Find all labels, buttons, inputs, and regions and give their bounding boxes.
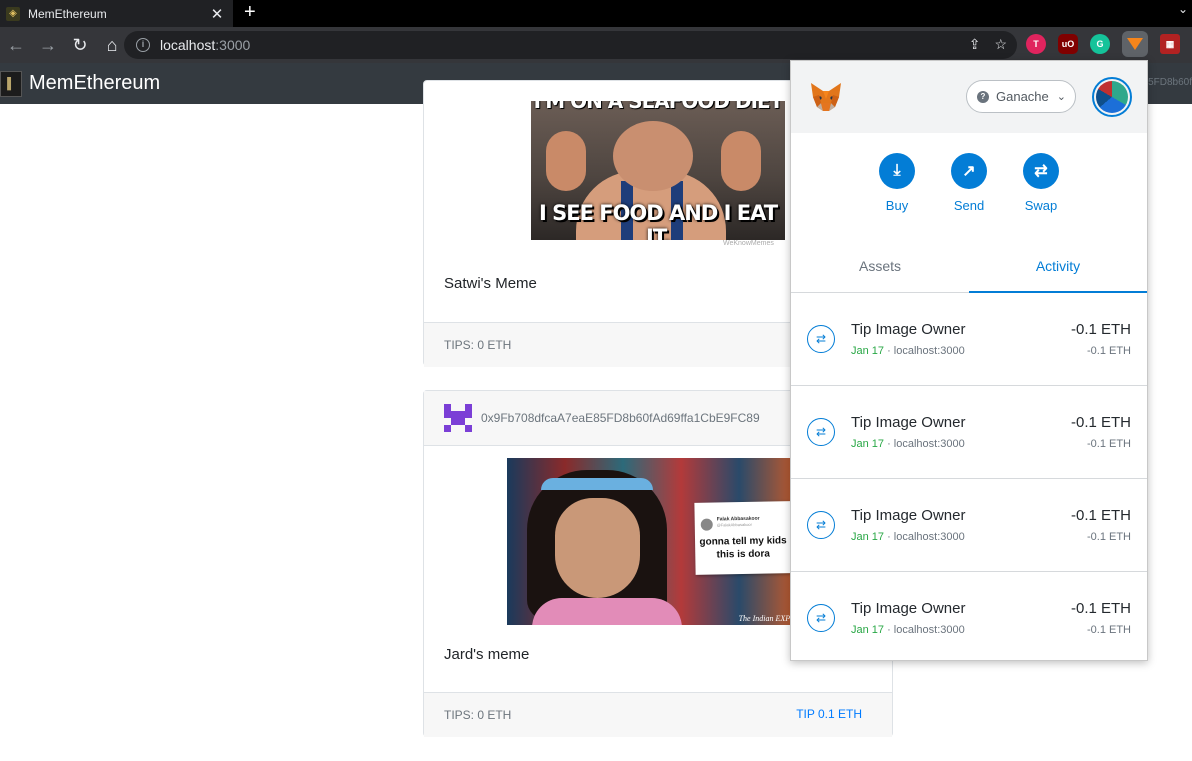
tx-date: Jan 17 [851, 345, 885, 357]
buy-label: Buy [885, 198, 909, 213]
author-address: 0x9Fb708dfcaA7eaE85FD8b60fAd69ffa1CbE9FC… [481, 411, 760, 425]
tab-activity[interactable]: Activity [969, 243, 1147, 293]
tweet-screenshot: Falak Abbasakoor @FalakAbbasakoor gonna … [694, 501, 792, 575]
metamask-popup: ? Ganache ⌄ ⤓ Buy ↗ Send ⇄ Swap Assets A… [790, 60, 1148, 661]
share-icon[interactable]: ⇪ [969, 36, 981, 53]
network-help-icon: ? [977, 90, 989, 103]
wallet-tabs: Assets Activity [791, 243, 1147, 293]
forward-button[interactable]: → [32, 29, 64, 61]
transaction-row[interactable]: ⇄ Tip Image Owner Jan 17 · localhost:300… [791, 293, 1147, 386]
tx-date: Jan 17 [851, 624, 885, 636]
swap-icon: ⇄ [1023, 153, 1059, 189]
extensions-bar: T uO G ▦ [1026, 31, 1180, 57]
tx-title: Tip Image Owner [851, 321, 966, 338]
transaction-row[interactable]: ⇄ Tip Image Owner Jan 17 · localhost:300… [791, 572, 1147, 665]
send-label: Send [953, 198, 985, 213]
tx-meta: Jan 17 · localhost:3000 [851, 438, 965, 450]
browser-tab-strip: ◈ MemEthereum ✕ + ⌄ [0, 0, 1192, 27]
tx-title: Tip Image Owner [851, 507, 966, 524]
tx-amount: -0.1 ETH [1070, 600, 1131, 617]
send-button[interactable]: ↗ Send [939, 153, 999, 213]
tx-date: Jan 17 [851, 438, 885, 450]
tweet-text-line: this is dora [716, 548, 771, 561]
address-bar[interactable]: i localhost :3000 ⇪ ☆ [124, 31, 1017, 59]
tx-origin: · localhost:3000 [884, 438, 965, 450]
browser-tab[interactable]: ◈ MemEthereum ✕ [0, 0, 233, 27]
publisher-watermark: The Indian EXPR [738, 614, 795, 623]
account-avatar[interactable] [1092, 77, 1132, 117]
post-caption: Jard's meme [444, 646, 530, 663]
metamask-extension-icon[interactable] [1122, 31, 1148, 57]
tab-search-chevron-icon[interactable]: ⌄ [1178, 2, 1188, 16]
download-icon: ⤓ [879, 153, 915, 189]
wallet-actions: ⤓ Buy ↗ Send ⇄ Swap [791, 153, 1147, 233]
tx-amount: -0.1 ETH [1070, 321, 1131, 338]
tx-origin: · localhost:3000 [884, 345, 965, 357]
tx-amount-secondary: -0.1 ETH [1086, 438, 1131, 450]
back-button[interactable]: ← [0, 29, 32, 61]
site-info-icon[interactable]: i [136, 38, 150, 52]
brand-logo-icon: ▌ [0, 70, 22, 97]
bookmark-star-icon[interactable]: ☆ [994, 36, 1007, 53]
meme-text: I SEE FOOD AND I EAT IT. [538, 201, 778, 240]
tweet-text-line: gonna tell my kids [699, 535, 787, 548]
tx-amount-secondary: -0.1 ETH [1086, 531, 1131, 543]
swap-icon: ⇄ [807, 604, 835, 632]
network-selector[interactable]: ? Ganache ⌄ [966, 80, 1076, 113]
extension-t-icon[interactable]: T [1026, 34, 1046, 54]
close-tab-icon[interactable]: ✕ [209, 5, 225, 23]
author-identicon-icon [444, 404, 472, 432]
tx-title: Tip Image Owner [851, 414, 966, 431]
meme-top-text: I'M ON A SEAFOOD DIET [533, 101, 784, 113]
post-tips: TIPS: 0 ETH [444, 338, 512, 352]
post-footer: TIPS: 0 ETH TIP 0.1 ETH [424, 692, 892, 737]
swap-icon: ⇄ [807, 418, 835, 446]
arrow-up-right-icon: ↗ [951, 153, 987, 189]
swap-label: Swap [1024, 198, 1058, 213]
transaction-row[interactable]: ⇄ Tip Image Owner Jan 17 · localhost:300… [791, 479, 1147, 572]
tx-date: Jan 17 [851, 531, 885, 543]
tx-meta: Jan 17 · localhost:3000 [851, 531, 965, 543]
metamask-fox-icon[interactable] [809, 81, 843, 113]
tx-origin: · localhost:3000 [884, 531, 965, 543]
tx-amount-secondary: -0.1 ETH [1086, 345, 1131, 357]
post-tips: TIPS: 0 ETH [444, 708, 512, 722]
metamask-header: ? Ganache ⌄ [791, 61, 1147, 133]
browser-toolbar: ← → ↻ ⌂ i localhost :3000 ⇪ ☆ T uO G ▦ [0, 27, 1192, 63]
new-tab-button[interactable]: + [244, 1, 256, 23]
extension-red-icon[interactable]: ▦ [1160, 34, 1180, 54]
post-caption: Satwi's Meme [444, 275, 537, 292]
tab-title: MemEthereum [28, 6, 107, 21]
swap-button[interactable]: ⇄ Swap [1011, 153, 1071, 213]
ublock-extension-icon[interactable]: uO [1058, 34, 1078, 54]
tx-amount-secondary: -0.1 ETH [1086, 624, 1131, 636]
tx-origin: · localhost:3000 [884, 624, 965, 636]
meme-image: Falak Abbasakoor @FalakAbbasakoor gonna … [507, 458, 797, 625]
network-name: Ganache [996, 89, 1049, 104]
transaction-row[interactable]: ⇄ Tip Image Owner Jan 17 · localhost:300… [791, 386, 1147, 479]
meme-image: I'M ON A SEAFOOD DIET I SEE FOOD AND I E… [531, 101, 785, 240]
reload-button[interactable]: ↻ [64, 29, 96, 61]
tx-amount: -0.1 ETH [1070, 414, 1131, 431]
grammarly-extension-icon[interactable]: G [1090, 34, 1110, 54]
swap-icon: ⇄ [807, 325, 835, 353]
buy-button[interactable]: ⤓ Buy [867, 153, 927, 213]
tx-amount: -0.1 ETH [1070, 507, 1131, 524]
tx-title: Tip Image Owner [851, 600, 966, 617]
chevron-down-icon: ⌄ [1056, 91, 1066, 103]
tx-meta: Jan 17 · localhost:3000 [851, 345, 965, 357]
url-port: :3000 [215, 37, 251, 53]
swap-icon: ⇄ [807, 511, 835, 539]
tab-assets[interactable]: Assets [791, 243, 969, 293]
url-host: localhost [160, 37, 216, 53]
navbar-account-address: 5FD8b60f [1148, 77, 1192, 88]
tip-button[interactable]: TIP 0.1 ETH [796, 707, 862, 721]
tx-meta: Jan 17 · localhost:3000 [851, 624, 965, 636]
site-favicon-icon: ◈ [6, 6, 20, 21]
brand-name[interactable]: MemEthereum [29, 72, 160, 95]
